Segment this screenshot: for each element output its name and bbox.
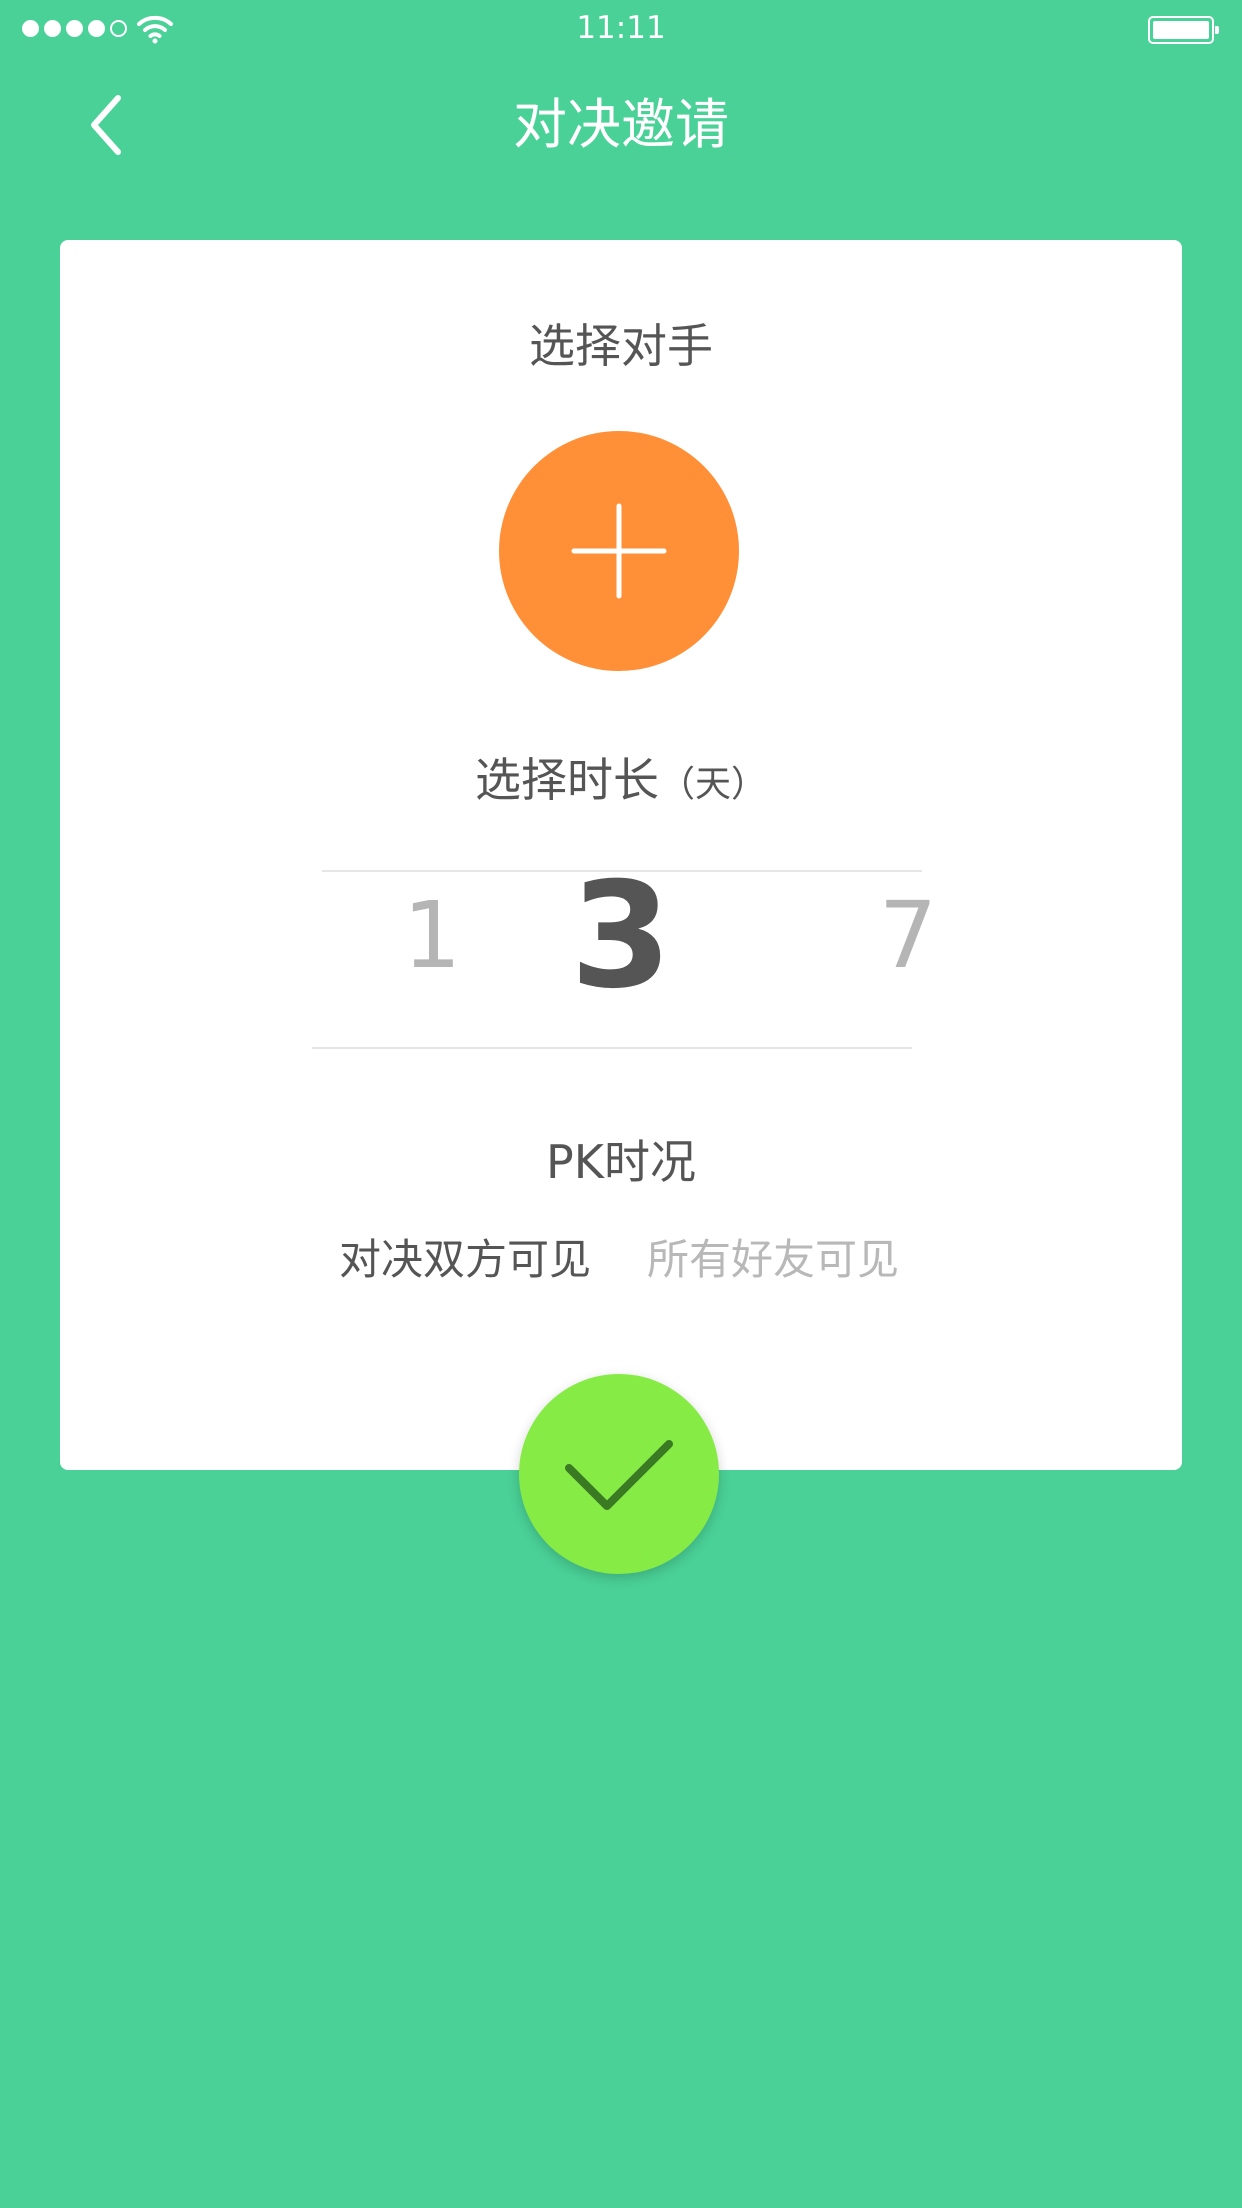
nav-bar: 对决邀请	[0, 80, 1242, 170]
add-opponent-button[interactable]	[499, 431, 739, 671]
select-duration-label: 选择时长（天）	[60, 750, 1182, 815]
confirm-button[interactable]	[519, 1374, 719, 1574]
duration-option-selected[interactable]: 3	[521, 863, 721, 1009]
invite-card: 选择对手 选择时长（天） 1 3 7 PK时况 对决双方可见 所有好友可见	[60, 240, 1182, 1470]
plus-icon	[571, 503, 667, 599]
pk-status-label: PK时况	[546, 1135, 696, 1189]
visibility-all-friends-option[interactable]: 所有好友可见	[647, 1230, 899, 1290]
status-bar: 11:11	[0, 0, 1242, 60]
duration-option-1[interactable]: 1	[332, 866, 532, 1006]
duration-unit: （天）	[658, 764, 767, 805]
duration-option-7[interactable]: 7	[808, 866, 1008, 1006]
select-opponent-label: 选择对手	[529, 319, 713, 373]
picker-bottom-divider	[312, 1047, 912, 1049]
battery-icon	[1148, 16, 1219, 44]
status-time: 11:11	[576, 10, 666, 46]
duration-label-text: 选择时长	[474, 753, 659, 807]
page-title: 对决邀请	[513, 93, 729, 156]
checkmark-icon	[565, 1440, 673, 1510]
visibility-both-option[interactable]: 对决双方可见	[339, 1230, 591, 1290]
